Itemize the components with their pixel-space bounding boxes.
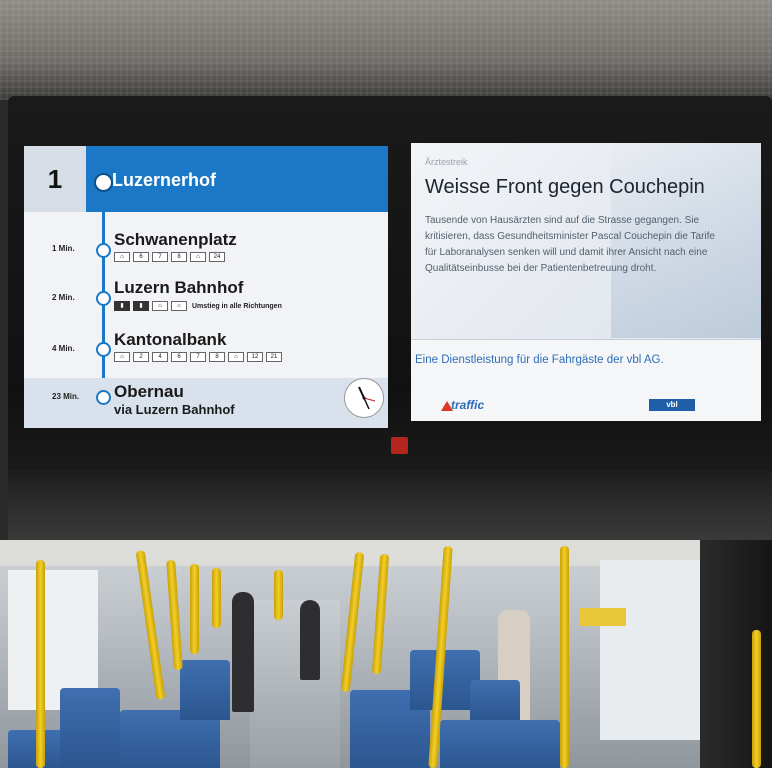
bus-icon: ⌂ xyxy=(171,301,187,311)
connection-line: 8 xyxy=(171,252,187,262)
handrail-pole xyxy=(36,560,45,768)
seat xyxy=(180,660,230,720)
connection-line: 4 xyxy=(152,352,168,362)
service-notice: Eine Dienstleistung für die Fahrgäste de… xyxy=(415,354,664,366)
aisle xyxy=(250,600,340,768)
stop-minutes: 1 Min. xyxy=(52,244,75,253)
yellow-sign xyxy=(580,608,626,626)
connection-line: 2 xyxy=(133,352,149,362)
news-body: Tausende von Hausärzten sind auf die Str… xyxy=(425,215,715,274)
current-stop-name: Luzernerhof xyxy=(112,170,217,190)
line-number: 1 xyxy=(24,146,86,212)
clock-icon xyxy=(344,378,384,418)
stop-name: Kantonalbank xyxy=(114,330,227,349)
handrail-pole xyxy=(371,553,390,675)
bus-ceiling xyxy=(0,0,772,100)
destination-via: via Luzern Bahnhof xyxy=(114,402,235,417)
connection-line: 7 xyxy=(190,352,206,362)
current-stop-marker-icon xyxy=(96,175,111,190)
stop-minutes: 23 Min. xyxy=(52,392,80,401)
train-icon: ▮ xyxy=(133,301,149,311)
bezel-logo-icon xyxy=(391,437,408,454)
door-frame xyxy=(700,540,772,768)
handrail-pole xyxy=(560,546,569,768)
bus-icon: ⌂ xyxy=(190,252,206,262)
bus-icon: ⌂ xyxy=(152,301,168,311)
handrail-pole xyxy=(135,550,166,700)
bus-icon: ⌂ xyxy=(228,352,244,362)
departure-board-screen: 1 Luzernerhof 1 Min. Schwanenplatz ⌂ 6 7… xyxy=(24,146,388,428)
connection-line: 7 xyxy=(152,252,168,262)
connection-line: 6 xyxy=(133,252,149,262)
handrail-pole xyxy=(340,551,365,693)
stop-name: Schwanenplatz xyxy=(114,230,237,249)
bus-icon: ⌂ xyxy=(114,252,130,262)
news-screen: Ärztestreik Weisse Front gegen Couchepin… xyxy=(411,143,761,421)
bus-interior xyxy=(0,540,772,768)
handrail-pole xyxy=(274,570,283,620)
brand-name: traffic xyxy=(451,398,485,412)
stop-minutes: 4 Min. xyxy=(52,344,75,353)
news-section-label: Ärztestreik xyxy=(425,157,468,167)
handrail-pole xyxy=(212,568,221,628)
seat xyxy=(470,680,520,720)
handrail-pole xyxy=(166,559,183,671)
bus-icon: ⌂ xyxy=(114,352,130,362)
stop-marker-icon xyxy=(96,291,111,306)
transfer-note: Umstieg in alle Richtungen xyxy=(192,302,282,310)
connections-row: ⌂ 6 7 8 ⌂ 24 xyxy=(114,252,225,262)
connection-line: 6 xyxy=(171,352,187,362)
news-headline: Weisse Front gegen Couchepin xyxy=(425,176,705,198)
stop-marker-icon xyxy=(96,342,111,357)
seat xyxy=(440,720,560,768)
connection-line: 24 xyxy=(209,252,225,262)
handrail-pole xyxy=(752,630,761,768)
destination-marker-icon xyxy=(96,390,111,405)
handrail-pole xyxy=(190,564,199,654)
connection-line: 8 xyxy=(209,352,225,362)
stop-marker-icon xyxy=(96,243,111,258)
stop-minutes: 2 Min. xyxy=(52,293,75,302)
operator-badge: vbl xyxy=(649,399,695,411)
passenger xyxy=(300,600,320,680)
connections-row: ▮ ▮ ⌂ ⌂ Umstieg in alle Richtungen xyxy=(114,301,282,311)
connections-row: ⌂ 2 4 6 7 8 ⌂ 12 21 xyxy=(114,352,282,362)
destination-name: Obernau xyxy=(114,382,184,401)
monitor-housing-lower xyxy=(8,470,772,540)
connection-line: 12 xyxy=(247,352,263,362)
connection-line: 21 xyxy=(266,352,282,362)
passenger xyxy=(232,592,254,712)
train-icon: ▮ xyxy=(114,301,130,311)
stop-name: Luzern Bahnhof xyxy=(114,278,244,297)
seat xyxy=(60,688,120,768)
